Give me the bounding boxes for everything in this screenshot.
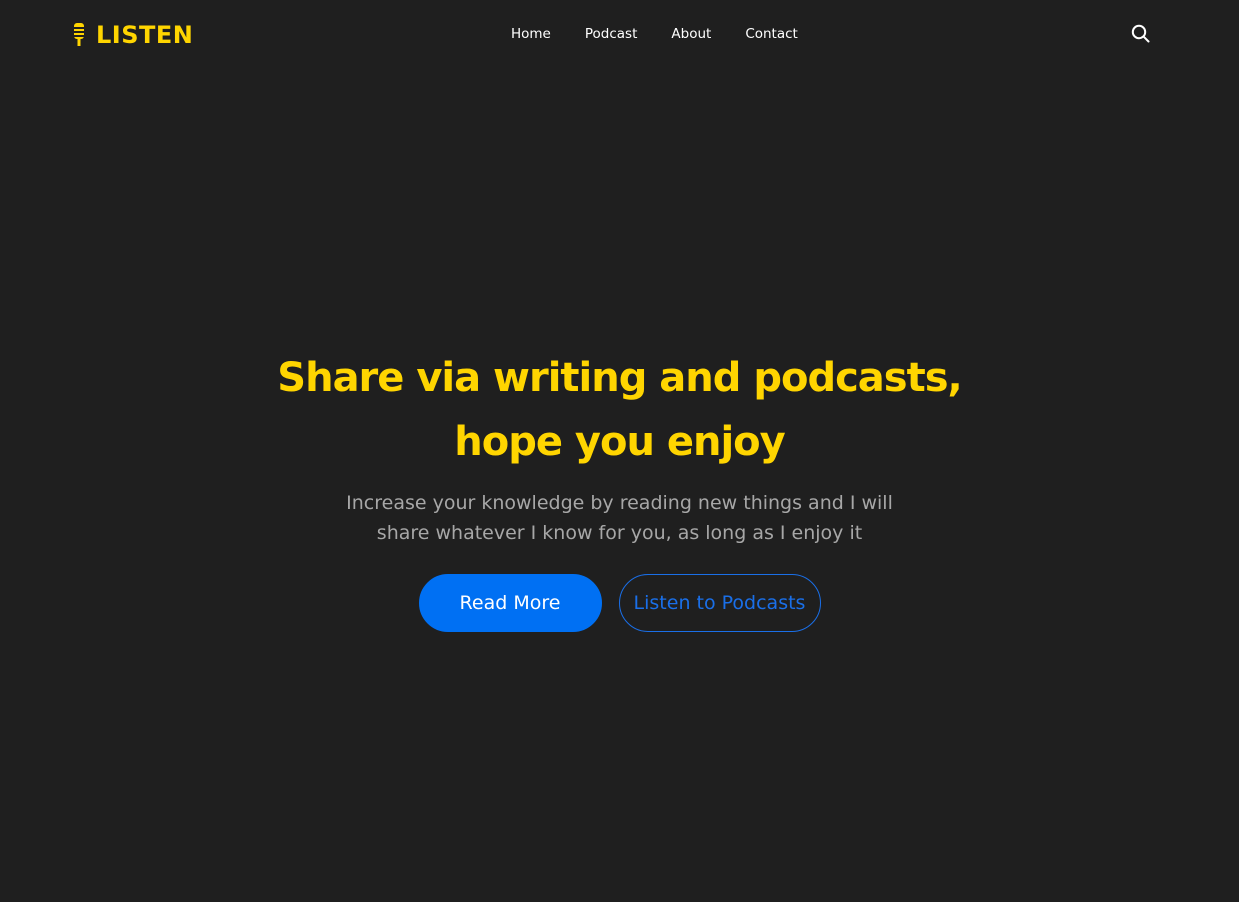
site-header: LISTEN Home Podcast About Contact [0, 0, 1239, 70]
hero-subtitle: Increase your knowledge by reading new t… [346, 492, 893, 544]
main-nav: Home Podcast About Contact [511, 24, 798, 44]
brand-name: LISTEN [96, 21, 194, 49]
search-button[interactable] [1130, 23, 1152, 45]
nav-item-about[interactable]: About [671, 24, 711, 44]
hero-actions: Read More Listen to Podcasts [0, 574, 1239, 632]
nav-item-home[interactable]: Home [511, 24, 551, 44]
nav-item-contact[interactable]: Contact [745, 24, 798, 44]
search-icon [1131, 24, 1150, 43]
read-more-button[interactable]: Read More [418, 574, 602, 632]
nav-item-podcast[interactable]: Podcast [585, 24, 638, 44]
listen-to-podcasts-button[interactable]: Listen to Podcasts [618, 574, 821, 632]
hero-section: Share via writing and podcasts, hope you… [0, 346, 1239, 632]
microphone-icon [71, 23, 87, 46]
site-logo[interactable]: LISTEN [70, 20, 193, 50]
hero-title: Share via writing and podcasts, hope you… [277, 355, 962, 465]
